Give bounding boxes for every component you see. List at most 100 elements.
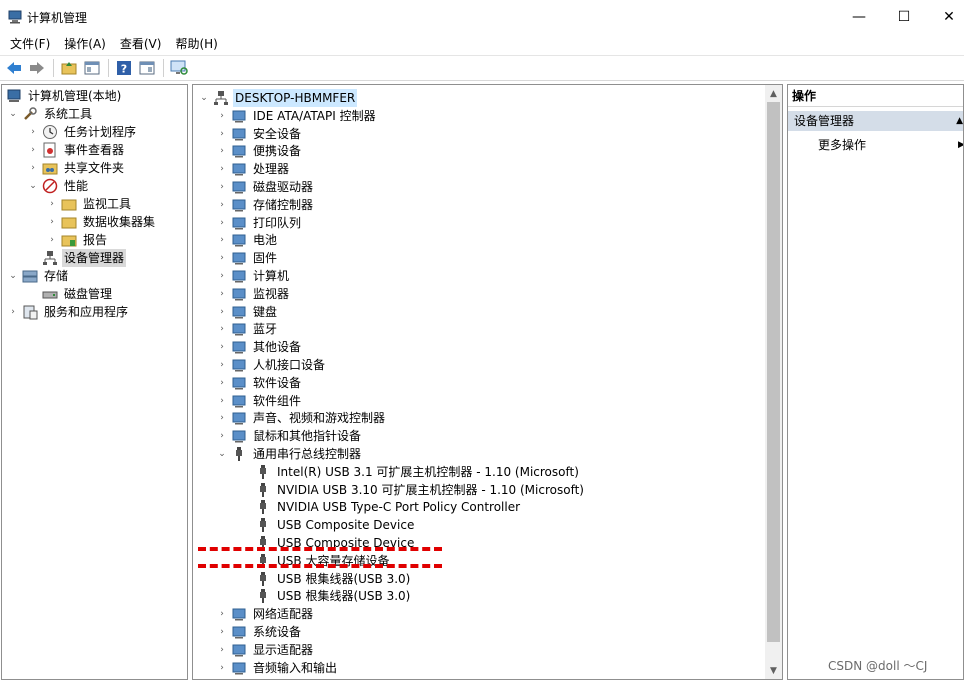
tree-item-performance[interactable]: ⌄ 性能 [28, 177, 90, 195]
expand-chevron-icon[interactable]: › [217, 623, 227, 641]
device-category-item[interactable]: › 系统设备 [217, 623, 303, 641]
device-category-item[interactable]: › 显示适配器 [217, 641, 315, 659]
submenu-arrow-icon[interactable]: ▶ [958, 137, 963, 153]
tree-item-shared-folders[interactable]: › 共享文件夹 [28, 159, 126, 177]
collapse-chevron-icon[interactable]: ⌄ [8, 105, 18, 123]
tree-item-event-viewer[interactable]: › 事件查看器 [28, 141, 126, 159]
device-category-item[interactable]: › 声音、视频和游戏控制器 [217, 409, 387, 427]
expand-chevron-icon[interactable]: › [217, 605, 227, 623]
expand-chevron-icon[interactable]: › [28, 123, 38, 141]
forward-button[interactable] [27, 58, 47, 78]
device-category-item[interactable]: › 打印队列 [217, 214, 303, 232]
device-category-item[interactable]: › 安全设备 [217, 125, 303, 143]
tree-item-data-collector-sets[interactable]: › 数据收集器集 [47, 213, 157, 231]
collapse-chevron-icon[interactable]: ⌄ [28, 177, 38, 195]
expand-chevron-icon[interactable]: › [217, 320, 227, 338]
usb-device-item[interactable]: NVIDIA USB 3.10 可扩展主机控制器 - 1.10 (Microso… [241, 481, 586, 499]
device-category-item[interactable]: ⌄ 通用串行总线控制器 [217, 445, 363, 463]
device-category-item[interactable]: › 电池 [217, 231, 279, 249]
expand-chevron-icon[interactable]: › [217, 107, 227, 125]
expand-chevron-icon[interactable]: › [47, 195, 57, 213]
scrollbar-thumb[interactable] [767, 102, 780, 642]
expand-chevron-icon[interactable]: › [217, 356, 227, 374]
minimize-button[interactable]: — [836, 0, 882, 34]
tree-item-reports[interactable]: › 报告 [47, 231, 109, 249]
device-category-item[interactable]: › 软件组件 [217, 392, 303, 410]
expand-chevron-icon[interactable]: › [217, 214, 227, 232]
expand-chevron-icon[interactable]: › [47, 213, 57, 231]
scroll-down-arrow-icon[interactable]: ▼ [765, 662, 782, 679]
back-button[interactable] [4, 58, 24, 78]
tree-item-storage[interactable]: ⌄ 存储 [8, 267, 70, 285]
expand-chevron-icon[interactable]: › [217, 267, 227, 285]
device-category-item[interactable]: › 键盘 [217, 303, 279, 321]
menu-action[interactable]: 操作(A) [57, 34, 113, 54]
device-category-item[interactable]: › 人机接口设备 [217, 356, 327, 374]
device-category-item[interactable]: › 音频输入和输出 [217, 659, 339, 677]
device-category-item[interactable]: › 计算机 [217, 267, 291, 285]
usb-device-item[interactable]: USB Composite Device [241, 516, 416, 534]
more-actions-link[interactable]: 更多操作 [818, 137, 866, 153]
expand-chevron-icon[interactable]: › [217, 249, 227, 267]
device-category-item[interactable]: › 固件 [217, 249, 279, 267]
collapse-chevron-icon[interactable]: ⌄ [199, 89, 209, 107]
expand-chevron-icon[interactable]: › [217, 427, 227, 445]
expand-chevron-icon[interactable]: › [8, 303, 18, 321]
expand-chevron-icon[interactable]: › [217, 196, 227, 214]
menu-help[interactable]: 帮助(H) [168, 34, 224, 54]
menu-view[interactable]: 查看(V) [113, 34, 169, 54]
maximize-button[interactable]: ☐ [881, 0, 927, 34]
expand-chevron-icon[interactable]: › [47, 231, 57, 249]
scroll-up-arrow-icon[interactable]: ▲ [765, 85, 782, 102]
show-hide-tree-button[interactable] [82, 58, 102, 78]
device-category-item[interactable]: › 处理器 [217, 160, 291, 178]
device-category-item[interactable]: › 便携设备 [217, 142, 303, 160]
tree-item-disk-management[interactable]: 磁盘管理 [28, 285, 114, 303]
vertical-scrollbar[interactable]: ▲ ▼ [765, 85, 782, 679]
device-category-item[interactable]: › 其他设备 [217, 338, 303, 356]
device-category-item[interactable]: › 监视器 [217, 285, 291, 303]
expand-chevron-icon[interactable]: › [217, 160, 227, 178]
expand-chevron-icon[interactable]: › [217, 303, 227, 321]
collapse-chevron-icon[interactable]: ⌄ [8, 267, 18, 285]
device-category-item[interactable]: › 软件设备 [217, 374, 303, 392]
expand-chevron-icon[interactable]: › [28, 141, 38, 159]
expand-chevron-icon[interactable]: › [217, 285, 227, 303]
show-action-pane-button[interactable] [137, 58, 157, 78]
tree-item-device-manager[interactable]: 设备管理器 [28, 249, 127, 267]
usb-device-item[interactable]: Intel(R) USB 3.1 可扩展主机控制器 - 1.10 (Micros… [241, 463, 581, 481]
usb-device-item[interactable]: USB 根集线器(USB 3.0) [241, 570, 412, 588]
tree-item-task-scheduler[interactable]: › 任务计划程序 [28, 123, 138, 141]
help-button[interactable]: ? [114, 58, 134, 78]
device-category-item[interactable]: › 鼠标和其他指针设备 [217, 427, 363, 445]
tree-item-system-tools[interactable]: ⌄ 系统工具 [8, 105, 94, 123]
menu-file[interactable]: 文件(F) [0, 34, 57, 54]
expand-chevron-icon[interactable]: › [217, 409, 227, 427]
tree-item-monitor-tools[interactable]: › 监视工具 [47, 195, 133, 213]
scan-hardware-button[interactable] [169, 58, 189, 78]
tree-item-computer-management[interactable]: 计算机管理(本地) [4, 87, 123, 105]
device-category-item[interactable]: › 磁盘驱动器 [217, 178, 315, 196]
expand-chevron-icon[interactable]: › [28, 159, 38, 177]
expand-chevron-icon[interactable]: › [217, 392, 227, 410]
expand-chevron-icon[interactable]: › [217, 125, 227, 143]
actions-section-device-manager[interactable]: 设备管理器 ▲ [788, 111, 963, 131]
device-tree-root[interactable]: ⌄ DESKTOP-HBMMFER [199, 89, 358, 107]
collapse-up-icon[interactable]: ▲ [956, 111, 963, 131]
expand-chevron-icon[interactable]: › [217, 641, 227, 659]
expand-chevron-icon[interactable]: › [217, 659, 227, 677]
collapse-chevron-icon[interactable]: ⌄ [217, 445, 227, 463]
device-category-item[interactable]: › 存储控制器 [217, 196, 315, 214]
expand-chevron-icon[interactable]: › [217, 142, 227, 160]
up-level-button[interactable] [59, 58, 79, 78]
expand-chevron-icon[interactable]: › [217, 231, 227, 249]
expand-chevron-icon[interactable]: › [217, 338, 227, 356]
device-category-item[interactable]: › 蓝牙 [217, 320, 279, 338]
usb-device-item[interactable]: NVIDIA USB Type-C Port Policy Controller [241, 498, 522, 516]
usb-device-item[interactable]: USB 根集线器(USB 3.0) [241, 587, 412, 605]
device-category-item[interactable]: › 网络适配器 [217, 605, 315, 623]
close-button[interactable]: ✕ [926, 0, 964, 34]
expand-chevron-icon[interactable]: › [217, 178, 227, 196]
tree-item-services-applications[interactable]: › 服务和应用程序 [8, 303, 130, 321]
expand-chevron-icon[interactable]: › [217, 374, 227, 392]
